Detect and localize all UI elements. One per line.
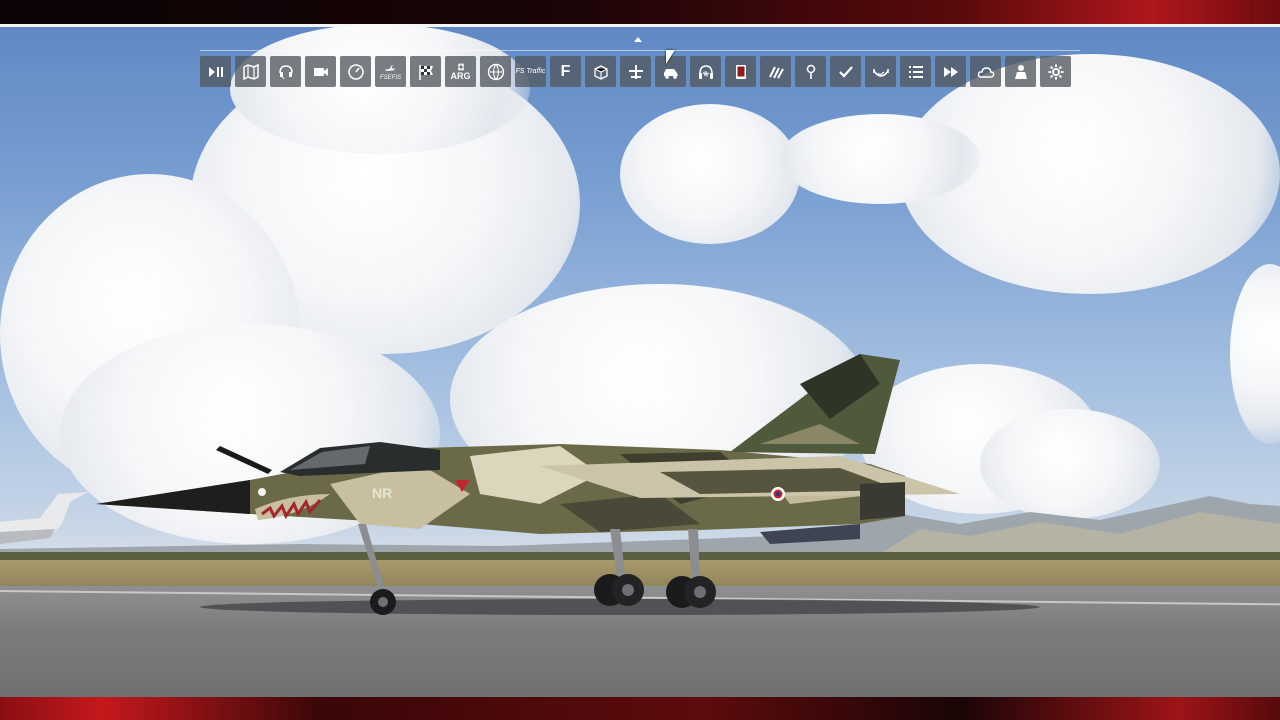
pause-play-button[interactable]	[200, 56, 231, 87]
sim-toolbar: FSEFIS ARG FS Traffic F	[200, 50, 1080, 87]
multiplayer-button[interactable]	[1005, 56, 1036, 87]
arg-button[interactable]: ARG	[445, 56, 476, 87]
list-icon	[908, 65, 923, 78]
camera-icon	[313, 67, 328, 76]
arg-label: ARG	[450, 71, 471, 81]
fs-traffic-button[interactable]: FS Traffic	[515, 56, 546, 87]
objectives-button[interactable]	[830, 56, 861, 87]
tool-box-button[interactable]	[585, 56, 616, 87]
cloud-icon	[977, 66, 994, 78]
sim-viewport[interactable]: NR FSEFIS ARG FS Traffic F	[0, 24, 1280, 697]
fast-forward-icon	[943, 66, 958, 77]
fs-traffic-label: FS Traffic	[515, 68, 546, 75]
headphones-icon	[698, 64, 713, 79]
tablet-button[interactable]	[725, 56, 756, 87]
gauge-button[interactable]	[340, 56, 371, 87]
sim-rate-button[interactable]	[935, 56, 966, 87]
addon-aircraft-label: FSEFIS	[379, 74, 401, 81]
ground-services-icon	[628, 64, 643, 79]
camera-button[interactable]	[305, 56, 336, 87]
settings-button[interactable]	[1040, 56, 1071, 87]
window-bottom-frame	[0, 697, 1280, 720]
atc-button[interactable]	[270, 56, 301, 87]
addon-globe-button[interactable]	[480, 56, 511, 87]
weather-button[interactable]	[970, 56, 1001, 87]
aircraft-icon	[385, 64, 396, 71]
headset-icon	[278, 64, 293, 79]
race-button[interactable]	[410, 56, 441, 87]
person-icon	[1014, 64, 1027, 79]
mouse-cursor-icon	[666, 50, 675, 64]
addon-aircraft-button[interactable]: FSEFIS	[375, 56, 406, 87]
list-button[interactable]	[900, 56, 931, 87]
ground-services-button[interactable]	[620, 56, 651, 87]
gauge-icon	[347, 63, 364, 80]
radar-icon	[872, 68, 889, 77]
tail-code: NR	[372, 485, 392, 501]
box-icon	[593, 64, 608, 80]
gear-icon	[1048, 64, 1063, 79]
vehicle-icon	[663, 68, 678, 79]
ff-label: F	[560, 62, 571, 80]
pause-play-icon	[208, 66, 223, 77]
map-button[interactable]	[235, 56, 266, 87]
wind-button[interactable]	[760, 56, 791, 87]
ff-logo-icon: F	[560, 62, 571, 80]
pin-icon	[806, 64, 815, 79]
map-icon	[242, 63, 259, 80]
pin-button[interactable]	[795, 56, 826, 87]
audio-button[interactable]	[690, 56, 721, 87]
checkered-flag-icon	[418, 64, 433, 80]
ff-button[interactable]: F	[550, 56, 581, 87]
check-icon	[838, 65, 853, 78]
toolbar-caret-icon[interactable]	[634, 37, 642, 42]
tablet-icon	[735, 64, 746, 79]
wind-icon	[768, 66, 784, 78]
globe-icon	[487, 63, 504, 80]
window-top-frame	[0, 0, 1280, 24]
weather-radar-button[interactable]	[865, 56, 896, 87]
mirage-jet: NR	[0, 354, 1040, 615]
